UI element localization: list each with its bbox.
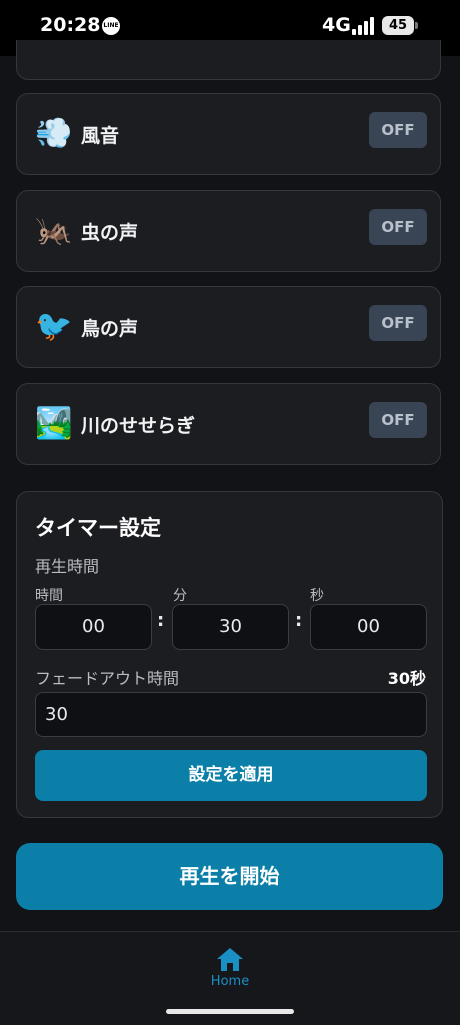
seconds-input[interactable]: 00 (310, 604, 427, 650)
time-separator: : (295, 610, 303, 631)
nav-home-label: Home (210, 974, 250, 989)
toggle-birds-button[interactable]: OFF (369, 305, 427, 341)
sound-name: 鳥の声 (81, 318, 139, 340)
home-icon (217, 948, 243, 971)
timer-settings-card: タイマー設定 再生時間 時間 分 秒 00 : 30 : 00 フェードアウト時… (16, 491, 443, 818)
toggle-insects-button[interactable]: OFF (369, 209, 427, 245)
start-playback-button[interactable]: 再生を開始 (16, 843, 443, 910)
timer-title: タイマー設定 (35, 516, 161, 540)
apply-settings-button[interactable]: 設定を適用 (35, 750, 427, 801)
bottom-nav: Home (0, 931, 460, 1025)
sound-card-wind: 💨 風音 OFF (16, 93, 441, 175)
sound-card-river: 🏞️ 川のせせらぎ OFF (16, 383, 441, 465)
line-app-icon: LINE (102, 17, 120, 35)
bird-icon: 🐦 (35, 309, 73, 344)
sound-card-birds: 🐦 鳥の声 OFF (16, 286, 441, 368)
battery-cap (415, 22, 418, 29)
play-time-label: 再生時間 (35, 557, 100, 576)
time-separator: : (157, 610, 165, 631)
status-time: 20:28 (40, 14, 101, 36)
sound-card-partial (16, 40, 441, 80)
network-type: 4G (322, 14, 351, 36)
hours-label: 時間 (35, 588, 63, 604)
fade-out-input[interactable]: 30 (35, 692, 427, 737)
home-indicator (166, 1009, 294, 1014)
signal-icon (352, 17, 376, 35)
seconds-label: 秒 (310, 588, 324, 604)
battery-icon: 45 (382, 16, 414, 35)
toggle-wind-button[interactable]: OFF (369, 112, 427, 148)
sound-name: 川のせせらぎ (81, 415, 196, 437)
nav-home-tab[interactable]: Home (190, 946, 270, 1002)
river-icon: 🏞️ (35, 406, 73, 441)
toggle-river-button[interactable]: OFF (369, 402, 427, 438)
fade-out-display: 30秒 (387, 669, 426, 688)
sound-name: 風音 (81, 125, 120, 147)
wind-icon: 💨 (35, 116, 73, 151)
sound-name: 虫の声 (81, 222, 139, 244)
minutes-input[interactable]: 30 (172, 604, 289, 650)
hours-input[interactable]: 00 (35, 604, 152, 650)
minutes-label: 分 (173, 588, 187, 604)
cricket-icon: 🦗 (35, 213, 73, 248)
sound-card-insects: 🦗 虫の声 OFF (16, 190, 441, 272)
fade-out-label: フェードアウト時間 (35, 669, 180, 688)
